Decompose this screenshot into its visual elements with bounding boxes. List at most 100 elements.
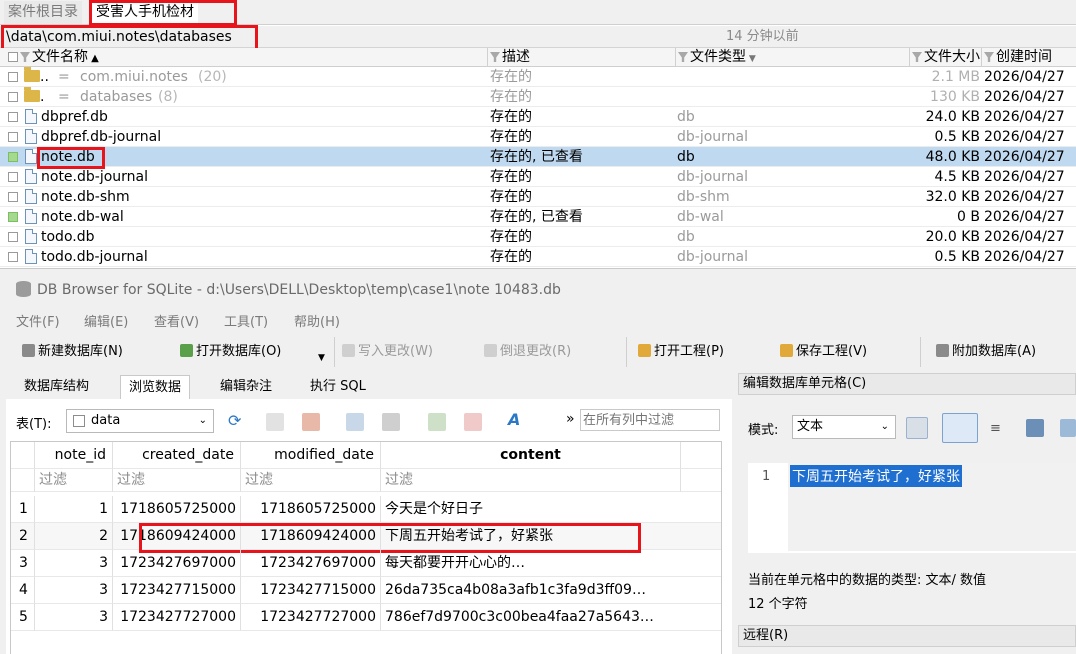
tab-execute-sql[interactable]: 执行 SQL [302, 375, 374, 399]
current-path[interactable]: \data\com.miui.notes\databases [6, 26, 232, 48]
row-number[interactable]: 5 [11, 604, 35, 631]
row-checkbox[interactable] [8, 212, 18, 222]
file-row[interactable]: note.db-shm 存在的 db-shm 32.0 KB 2026/04/2… [0, 187, 1076, 207]
cell-content[interactable]: 786ef7d9700c3c00bea4faa27a5643… [381, 604, 721, 631]
col-filename[interactable]: 文件名称 ▲ [0, 48, 488, 67]
filter-icon[interactable] [20, 52, 30, 62]
row-checkbox[interactable] [8, 132, 18, 142]
cell-created-date[interactable]: 1718609424000 [113, 523, 241, 550]
export-icon[interactable] [1060, 419, 1076, 437]
cell-created-date[interactable]: 1718605725000 [113, 496, 241, 523]
file-row[interactable]: note.db-wal 存在的, 已查看 db-wal 0 B 2026/04/… [0, 207, 1076, 227]
row-number[interactable]: 3 [11, 550, 35, 577]
cell-note-id[interactable]: 3 [35, 550, 113, 577]
mode-select[interactable]: 文本 ⌄ [792, 415, 896, 439]
row-checkbox[interactable] [8, 232, 18, 242]
remote-dock-title[interactable]: 远程(R) [738, 625, 1076, 647]
cell-created-date[interactable]: 1723427715000 [113, 577, 241, 604]
new-database-button[interactable]: 新建数据库(N) [22, 341, 123, 363]
indent-icon[interactable]: ≡ [990, 421, 1001, 436]
refresh-icon[interactable]: ⟳ [228, 411, 241, 430]
row-checkbox[interactable] [8, 112, 18, 122]
cell-content[interactable]: 26da735ca4b08a3afb1c3fa9d3ff09… [381, 577, 721, 604]
col-header-modified-date[interactable]: modified_date [241, 442, 381, 469]
col-header-note-id[interactable]: note_id [35, 442, 113, 469]
tab-edit-pragmas[interactable]: 编辑杂注 [212, 375, 280, 399]
tab-browse-data[interactable]: 浏览数据 [120, 375, 191, 399]
row-number[interactable]: 2 [11, 523, 35, 550]
col-description[interactable]: 描述 [488, 48, 676, 67]
col-type[interactable]: 文件类型 ▼ [676, 48, 910, 67]
tab-victim-phone[interactable]: 受害人手机检材 [92, 1, 198, 24]
col-size[interactable]: 文件大小 [910, 48, 982, 67]
file-row-parent[interactable]: . = databases (8) 存在的 130 KB 2026/04/27 [0, 87, 1076, 107]
filter-icon[interactable] [678, 52, 688, 62]
row-checkbox[interactable] [8, 152, 18, 162]
write-changes-button[interactable]: 写入更改(W) [342, 341, 433, 363]
filter-input-created-date[interactable]: 过滤 [113, 469, 241, 492]
row-checkbox[interactable] [8, 92, 18, 102]
menu-edit[interactable]: 编辑(E) [84, 311, 128, 330]
font-icon[interactable]: A [508, 410, 520, 429]
selected-cell-text[interactable]: 下周五开始考试了，好紧张 [790, 465, 962, 487]
attach-database-button[interactable]: 附加数据库(A) [936, 341, 1036, 363]
cell-content-selected[interactable]: 下周五开始考试了，好紧张 [381, 523, 721, 550]
open-database-dropdown[interactable]: ▼ [318, 347, 325, 369]
insert-record-icon[interactable] [428, 413, 446, 431]
filter-input-content[interactable]: 过滤 [381, 469, 681, 492]
word-wrap-icon[interactable] [942, 413, 978, 443]
clear-filters-icon[interactable] [266, 413, 284, 431]
cell-created-date[interactable]: 1723427697000 [113, 550, 241, 577]
cell-note-id[interactable]: 3 [35, 604, 113, 631]
row-checkbox[interactable] [8, 72, 18, 82]
file-row[interactable]: todo.db-journal 存在的 db-journal 0.5 KB 20… [0, 247, 1076, 267]
file-row[interactable]: note.db-journal 存在的 db-journal 4.5 KB 20… [0, 167, 1076, 187]
cell-editor[interactable]: 1 下周五开始考试了，好紧张 [748, 463, 1076, 553]
menu-view[interactable]: 查看(V) [154, 311, 199, 330]
cell-modified-date[interactable]: 1718609424000 [241, 523, 381, 550]
file-row-selected[interactable]: note.db 存在的, 已查看 db 48.0 KB 2026/04/27 [0, 147, 1076, 169]
revert-changes-button[interactable]: 倒退更改(R) [484, 341, 571, 363]
cell-modified-date[interactable]: 1718605725000 [241, 496, 381, 523]
filter-input-modified-date[interactable]: 过滤 [241, 469, 381, 492]
open-project-button[interactable]: 打开工程(P) [638, 341, 724, 363]
file-row[interactable]: todo.db 存在的 db 20.0 KB 2026/04/27 [0, 227, 1076, 247]
filter-input-note-id[interactable]: 过滤 [35, 469, 113, 492]
more-toolbar[interactable]: » [566, 411, 575, 427]
tab-db-structure[interactable]: 数据库结构 [16, 375, 97, 399]
filter-icon[interactable] [490, 52, 500, 62]
cell-modified-date[interactable]: 1723427697000 [241, 550, 381, 577]
cell-created-date[interactable]: 1723427727000 [113, 604, 241, 631]
open-database-button[interactable]: 打开数据库(O) [180, 341, 281, 363]
menu-tools[interactable]: 工具(T) [224, 311, 268, 330]
print-icon[interactable] [382, 413, 400, 431]
cell-modified-date[interactable]: 1723427715000 [241, 577, 381, 604]
row-checkbox[interactable] [8, 252, 18, 262]
filter-icon[interactable] [912, 52, 922, 62]
cell-note-id[interactable]: 3 [35, 577, 113, 604]
save-table-icon[interactable] [346, 413, 364, 431]
sort-icon[interactable] [302, 413, 320, 431]
col-header-created-date[interactable]: created_date [113, 442, 241, 469]
select-all-checkbox[interactable] [8, 52, 18, 62]
save-project-button[interactable]: 保存工程(V) [780, 341, 867, 363]
cell-note-id[interactable]: 2 [35, 523, 113, 550]
file-row[interactable]: dbpref.db-journal 存在的 db-journal 0.5 KB … [0, 127, 1076, 147]
row-number[interactable]: 1 [11, 496, 35, 523]
row-checkbox[interactable] [8, 192, 18, 202]
col-created[interactable]: 创建时间 [982, 48, 1076, 67]
delete-record-icon[interactable] [464, 413, 482, 431]
menu-file[interactable]: 文件(F) [16, 311, 60, 330]
filter-icon[interactable] [984, 52, 994, 62]
col-header-content[interactable]: content [381, 442, 681, 469]
import-icon[interactable] [1026, 419, 1044, 437]
row-number[interactable]: 4 [11, 577, 35, 604]
auto-switch-mode-icon[interactable] [906, 417, 928, 439]
cell-note-id[interactable]: 1 [35, 496, 113, 523]
menu-help[interactable]: 帮助(H) [294, 311, 340, 330]
cell-content[interactable]: 今天是个好日子 [381, 496, 721, 523]
row-checkbox[interactable] [8, 172, 18, 182]
tab-case-root[interactable]: 案件根目录 [4, 1, 82, 24]
cell-modified-date[interactable]: 1723427727000 [241, 604, 381, 631]
file-row[interactable]: dbpref.db 存在的 db 24.0 KB 2026/04/27 [0, 107, 1076, 127]
